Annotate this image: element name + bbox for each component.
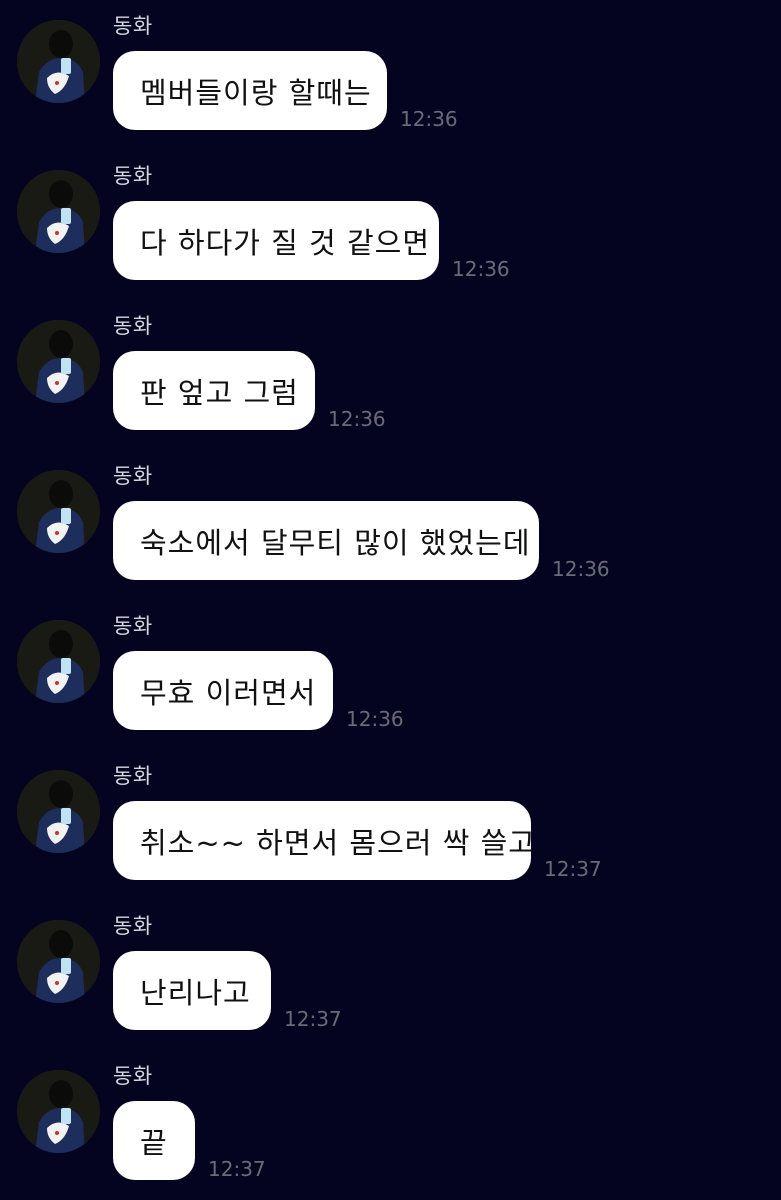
avatar[interactable] (17, 620, 100, 703)
profile-photo-icon (17, 470, 100, 553)
chat-message: 동화 끝 12:37 (0, 1050, 781, 1200)
chat-message-list[interactable]: 동화 멤버들이랑 할때는 12:36 동화 다 하다가 질 것 같으면 12:3… (0, 0, 781, 1200)
profile-photo-icon (17, 920, 100, 1003)
profile-photo-icon (17, 1070, 100, 1153)
avatar[interactable] (17, 470, 100, 553)
avatar[interactable] (17, 920, 100, 1003)
message-bubble[interactable]: 다 하다가 질 것 같으면 (113, 201, 439, 280)
message-bubble[interactable]: 취소~~ 하면서 몸으러 싹 쓸고 (113, 801, 535, 880)
profile-photo-icon (17, 770, 100, 853)
message-bubble[interactable]: 숙소에서 달무티 많이 했었는데 (113, 501, 539, 580)
sender-name: 동화 (113, 164, 153, 188)
chat-message: 동화 난리나고 12:37 (0, 900, 781, 1050)
message-bubble[interactable]: 끝 (113, 1101, 195, 1180)
sender-name: 동화 (113, 614, 153, 638)
message-timestamp: 12:37 (208, 1157, 266, 1181)
message-bubble[interactable]: 난리나고 (113, 951, 271, 1030)
sender-name: 동화 (113, 14, 153, 38)
message-timestamp: 12:36 (346, 707, 404, 731)
message-bubble[interactable]: 판 엎고 그럼 (113, 351, 315, 430)
sender-name: 동화 (113, 314, 153, 338)
chat-message: 동화 멤버들이랑 할때는 12:36 (0, 0, 781, 150)
message-timestamp: 12:36 (328, 407, 386, 431)
avatar[interactable] (17, 770, 100, 853)
sender-name: 동화 (113, 914, 153, 938)
avatar[interactable] (17, 320, 100, 403)
chat-message: 동화 취소~~ 하면서 몸으러 싹 쓸고 12:37 (0, 750, 781, 900)
message-timestamp: 12:37 (544, 857, 602, 881)
message-timestamp: 12:37 (284, 1007, 342, 1031)
avatar[interactable] (17, 20, 100, 103)
chat-message: 동화 판 엎고 그럼 12:36 (0, 300, 781, 450)
profile-photo-icon (17, 320, 100, 403)
profile-photo-icon (17, 620, 100, 703)
message-bubble[interactable]: 멤버들이랑 할때는 (113, 51, 387, 130)
sender-name: 동화 (113, 464, 153, 488)
sender-name: 동화 (113, 1064, 153, 1088)
message-bubble[interactable]: 무효 이러면서 (113, 651, 333, 730)
sender-name: 동화 (113, 764, 153, 788)
message-timestamp: 12:36 (452, 257, 510, 281)
profile-photo-icon (17, 20, 100, 103)
message-timestamp: 12:36 (400, 107, 458, 131)
avatar[interactable] (17, 170, 100, 253)
chat-message: 동화 다 하다가 질 것 같으면 12:36 (0, 150, 781, 300)
profile-photo-icon (17, 170, 100, 253)
message-timestamp: 12:36 (552, 557, 610, 581)
chat-message: 동화 숙소에서 달무티 많이 했었는데 12:36 (0, 450, 781, 600)
chat-message: 동화 무효 이러면서 12:36 (0, 600, 781, 750)
avatar[interactable] (17, 1070, 100, 1153)
